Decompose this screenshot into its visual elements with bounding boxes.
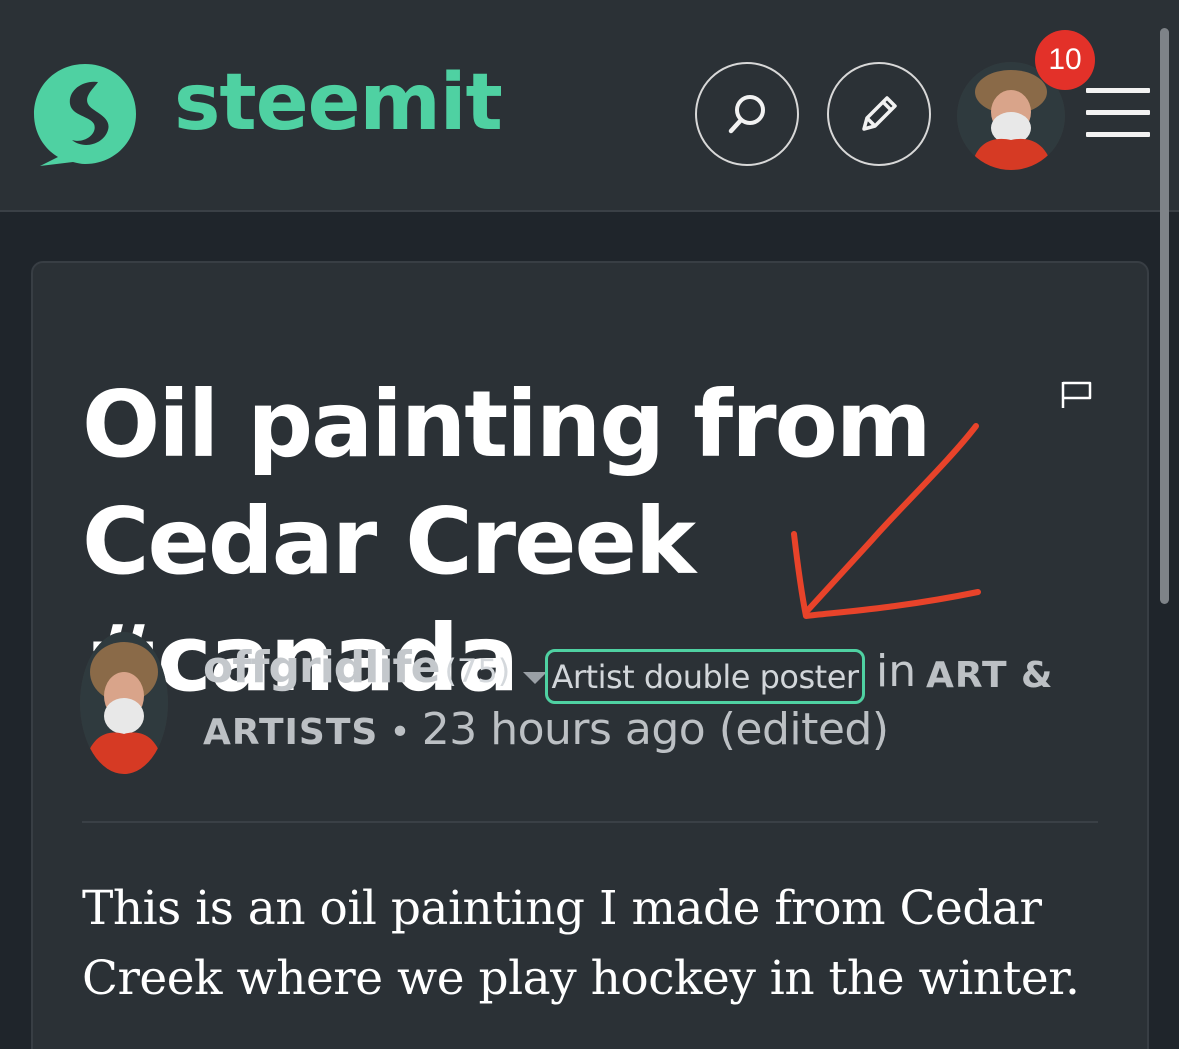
menu-bar <box>1086 110 1150 115</box>
author-link[interactable]: offgridlife <box>203 642 440 693</box>
divider <box>82 821 1098 823</box>
logo-wordmark[interactable]: steemit <box>174 64 503 142</box>
search-icon <box>728 95 765 134</box>
search-button[interactable] <box>695 62 799 166</box>
pencil-icon <box>862 96 897 131</box>
scrollbar[interactable] <box>1160 28 1169 604</box>
post-body: This is an oil painting I made from Ceda… <box>82 881 1080 1006</box>
write-post-button[interactable] <box>827 62 931 166</box>
author-avatar[interactable] <box>80 632 168 774</box>
menu-bar <box>1086 88 1150 93</box>
menu-bar <box>1086 132 1150 137</box>
category-link[interactable]: ART & <box>926 655 1053 696</box>
separator-dot: • <box>389 712 411 753</box>
author-tag-badge: Artist double poster <box>545 649 865 704</box>
page: steemit 10 Oil painting from Cedar Creek… <box>0 0 1179 1049</box>
category-link-continued[interactable]: ARTISTS <box>203 712 378 753</box>
post-timestamp[interactable]: 23 hours ago (edited) <box>422 704 889 755</box>
chevron-down-icon[interactable] <box>523 671 548 684</box>
meta-line-2: ARTISTS • 23 hours ago (edited) <box>203 704 889 755</box>
steemit-logo-icon[interactable] <box>28 58 142 172</box>
author-reputation: (75) <box>444 652 511 690</box>
in-label: in <box>876 646 917 697</box>
red-arrow-annotation <box>791 423 981 619</box>
hamburger-menu-icon[interactable] <box>1086 88 1150 140</box>
meta-line-1: offgridlife (75) <box>203 642 548 706</box>
top-header: steemit 10 <box>0 0 1179 212</box>
notification-badge[interactable]: 10 <box>1035 30 1095 90</box>
